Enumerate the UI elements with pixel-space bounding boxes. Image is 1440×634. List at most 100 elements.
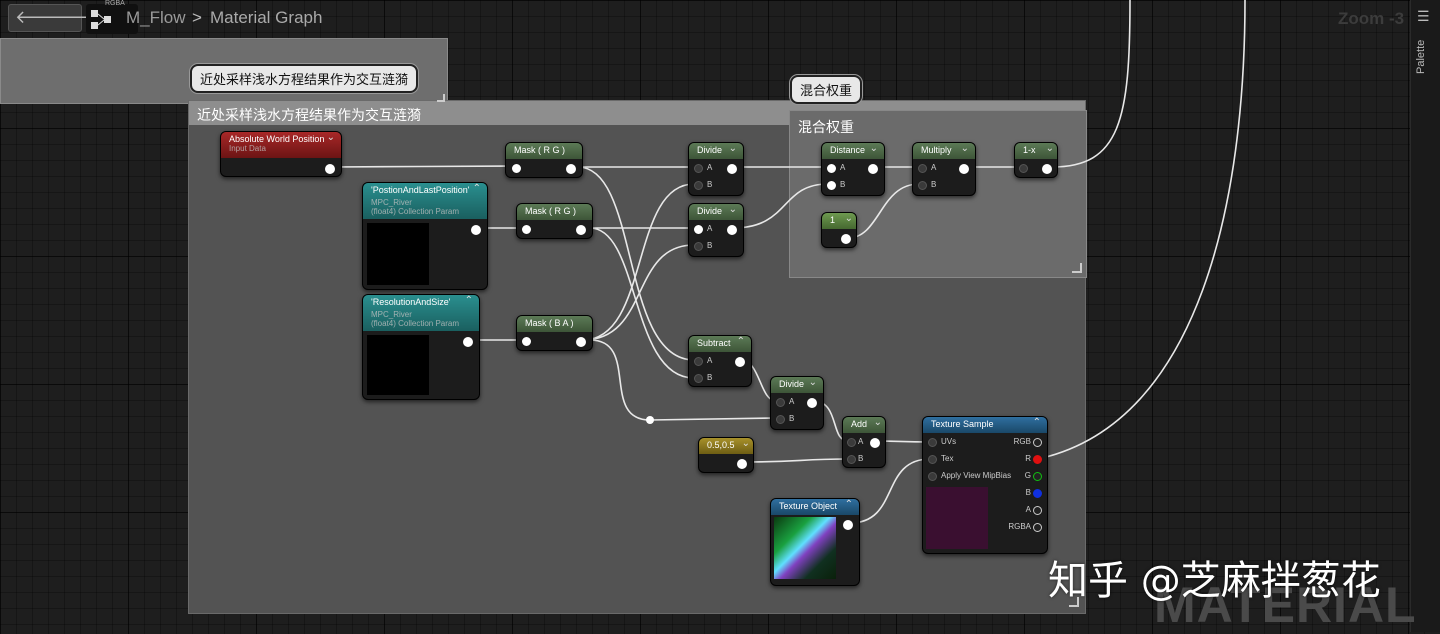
pin-label: A bbox=[707, 356, 713, 365]
chevron-down-icon: ⌄ bbox=[728, 204, 737, 215]
input-pin-b[interactable] bbox=[694, 242, 703, 251]
node-subtitle: MPC_River bbox=[371, 198, 412, 207]
node-title: 'ResolutionAndSize' MPC_River (float4) C… bbox=[363, 295, 479, 331]
node-multiply[interactable]: Multiply ⌄ A B bbox=[912, 142, 976, 196]
node-collection-param-resolution[interactable]: 'ResolutionAndSize' MPC_River (float4) C… bbox=[362, 294, 480, 400]
node-title: 'PostionAndLastPosition' MPC_River (floa… bbox=[363, 183, 487, 219]
input-pin-a[interactable] bbox=[918, 164, 927, 173]
output-pin[interactable] bbox=[471, 225, 481, 235]
node-subtract[interactable]: Subtract ⌃ A B bbox=[688, 335, 752, 387]
texture-preview bbox=[926, 487, 988, 549]
node-title: Texture Sample ⌃ bbox=[923, 417, 1047, 433]
node-title: Divide ⌄ bbox=[689, 204, 743, 220]
input-pin-mipbias[interactable] bbox=[928, 472, 937, 481]
output-pin[interactable] bbox=[959, 164, 969, 174]
pin-label: RGBA bbox=[1008, 522, 1031, 531]
input-pin-b[interactable] bbox=[918, 181, 927, 190]
node-texture-object[interactable]: Texture Object ⌃ bbox=[770, 498, 860, 586]
output-pin[interactable] bbox=[735, 357, 745, 367]
output-pin[interactable] bbox=[843, 520, 853, 530]
pin-label: B bbox=[931, 180, 937, 189]
input-pin[interactable] bbox=[512, 164, 521, 173]
chevron-down-icon: ⌄ bbox=[326, 132, 335, 143]
node-collection-param-position[interactable]: 'PostionAndLastPosition' MPC_River (floa… bbox=[362, 182, 488, 290]
texture-thumbnail bbox=[774, 517, 836, 579]
pin-label: Apply View MipBias bbox=[941, 471, 1012, 480]
node-mask-rg-1[interactable]: Mask ( R G ) bbox=[505, 142, 583, 178]
pin-label: B bbox=[789, 414, 795, 423]
node-subtitle-type: (float4) Collection Param bbox=[371, 319, 460, 328]
pin-label: UVs bbox=[941, 437, 957, 446]
node-mask-rg-2[interactable]: Mask ( R G ) bbox=[516, 203, 593, 239]
input-pin-b[interactable] bbox=[694, 181, 703, 190]
node-absolute-world-position[interactable]: Absolute World Position Input Data ⌄ bbox=[220, 131, 342, 177]
output-pin-r[interactable] bbox=[1033, 455, 1042, 464]
preview-thumbnail bbox=[367, 335, 429, 395]
node-divide-1[interactable]: Divide ⌄ A B bbox=[688, 142, 744, 196]
node-constant-half[interactable]: 0.5,0.5 ⌄ bbox=[698, 437, 754, 473]
output-pin-a[interactable] bbox=[1033, 506, 1042, 515]
input-pin-a[interactable] bbox=[847, 438, 856, 447]
chevron-up-icon: ⌃ bbox=[1032, 417, 1041, 428]
output-pin[interactable] bbox=[727, 164, 737, 174]
input-pin-b[interactable] bbox=[827, 181, 836, 190]
node-add[interactable]: Add ⌄ A B bbox=[842, 416, 886, 468]
node-constant-one[interactable]: 1 ⌄ bbox=[821, 212, 857, 248]
pin-label: A bbox=[858, 437, 864, 446]
output-pin[interactable] bbox=[325, 164, 335, 174]
output-pin-b[interactable] bbox=[1033, 489, 1042, 498]
pin-label: B bbox=[707, 180, 713, 189]
chevron-down-icon: ⌄ bbox=[873, 417, 882, 428]
chevron-down-icon: ⌄ bbox=[808, 377, 817, 388]
node-title: Mask ( R G ) bbox=[506, 143, 582, 159]
output-pin[interactable] bbox=[566, 164, 576, 174]
input-pin-a[interactable] bbox=[776, 398, 785, 407]
output-pin-rgb[interactable] bbox=[1033, 438, 1042, 447]
output-pin[interactable] bbox=[868, 164, 878, 174]
input-pin-b[interactable] bbox=[694, 374, 703, 383]
input-pin-b[interactable] bbox=[776, 415, 785, 424]
pin-label: A bbox=[1025, 505, 1031, 514]
pin-label: RGB bbox=[1013, 437, 1031, 446]
output-pin[interactable] bbox=[576, 337, 586, 347]
pin-label: G bbox=[1024, 471, 1031, 480]
input-pin-tex[interactable] bbox=[928, 455, 937, 464]
chevron-down-icon: ⌄ bbox=[960, 143, 969, 154]
input-pin[interactable] bbox=[522, 337, 531, 346]
output-pin[interactable] bbox=[576, 225, 586, 235]
input-pin-a[interactable] bbox=[694, 164, 703, 173]
input-pin[interactable] bbox=[522, 225, 531, 234]
node-title: Divide ⌄ bbox=[771, 377, 823, 393]
input-pin-uvs[interactable] bbox=[928, 438, 937, 447]
node-distance[interactable]: Distance ⌄ A B bbox=[821, 142, 885, 196]
reroute-node bbox=[646, 416, 654, 424]
node-one-minus[interactable]: 1-x ⌄ bbox=[1014, 142, 1058, 178]
pin-label: B bbox=[840, 180, 846, 189]
output-pin[interactable] bbox=[727, 225, 737, 235]
input-pin-b[interactable] bbox=[847, 455, 856, 464]
input-pin[interactable] bbox=[1019, 164, 1028, 173]
output-pin[interactable] bbox=[841, 234, 851, 244]
pin-label: A bbox=[931, 163, 937, 172]
output-pin[interactable] bbox=[807, 398, 817, 408]
output-pin-rgba[interactable] bbox=[1033, 523, 1042, 532]
input-pin-a[interactable] bbox=[694, 225, 703, 234]
output-pin[interactable] bbox=[870, 438, 880, 448]
node-divide-3[interactable]: Divide ⌄ A B bbox=[770, 376, 824, 430]
chevron-down-icon: ⌄ bbox=[728, 143, 737, 154]
node-divide-2[interactable]: Divide ⌄ A B bbox=[688, 203, 744, 257]
node-subtitle: MPC_River bbox=[371, 310, 412, 319]
output-pin[interactable] bbox=[737, 459, 747, 469]
pin-label: B bbox=[707, 241, 713, 250]
node-texture-sample[interactable]: Texture Sample ⌃ UVs Tex Apply View MipBi… bbox=[922, 416, 1048, 554]
node-subtitle-type: (float4) Collection Param bbox=[371, 207, 460, 216]
output-pin[interactable] bbox=[1042, 164, 1052, 174]
node-title: Texture Object ⌃ bbox=[771, 499, 859, 515]
input-pin-a[interactable] bbox=[827, 164, 836, 173]
pin-label: B bbox=[1025, 488, 1031, 497]
node-mask-ba[interactable]: Mask ( B A ) bbox=[516, 315, 593, 351]
input-pin-a[interactable] bbox=[694, 357, 703, 366]
pin-label: A bbox=[707, 163, 713, 172]
output-pin-g[interactable] bbox=[1033, 472, 1042, 481]
output-pin[interactable] bbox=[463, 337, 473, 347]
